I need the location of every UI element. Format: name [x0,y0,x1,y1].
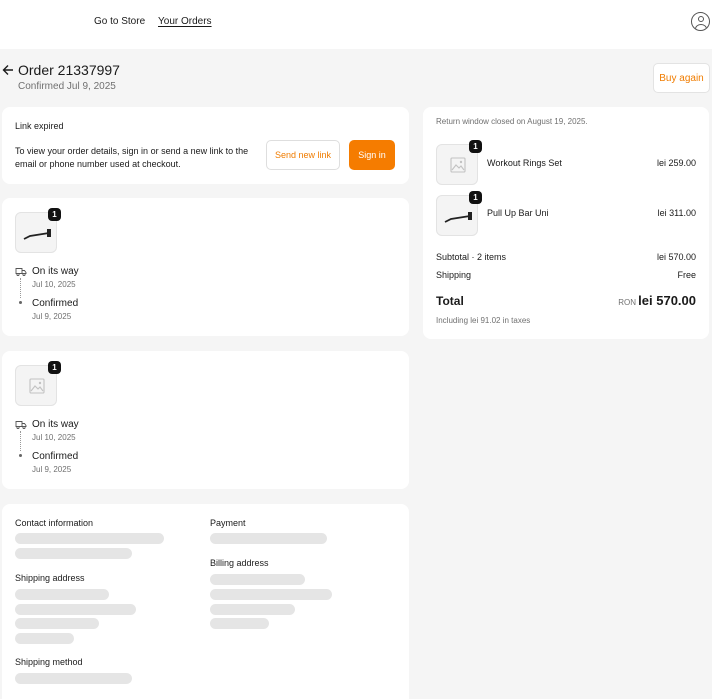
subtotal-value: lei 570.00 [656,252,696,262]
shipping-method-label: Shipping method [15,657,83,667]
skeleton-line [210,574,305,585]
skeleton-line [15,673,132,684]
product-thumbnail: 1 [436,140,482,185]
total-value: lei 570.00 [638,293,696,308]
quantity-badge: 1 [48,208,61,221]
product-thumbnail: 1 [15,361,61,406]
delivery-truck-icon [15,267,27,277]
skeleton-line [15,589,109,600]
shipment-status-date: Jul 10, 2025 [32,433,76,442]
account-icon[interactable] [691,12,710,31]
quantity-badge: 1 [469,140,482,153]
skeleton-line [210,533,327,544]
line-item-name: Workout Rings Set [487,158,562,168]
order-summary-card: Return window closed on August 19, 2025.… [423,107,709,339]
line-item-price: lei 259.00 [656,158,696,168]
quantity-badge: 1 [469,191,482,204]
shipment-status: On its way [32,419,79,430]
order-details-card: Contact information Payment Billing addr… [2,504,409,699]
account-icon-body [694,24,707,30]
total-currency: RON [618,298,636,307]
tax-note: Including lei 91.02 in taxes [436,316,531,325]
shipping-label: Shipping [436,270,472,280]
quantity-badge: 1 [48,361,61,374]
subtotal-label: Subtotal · 2 items [436,252,507,262]
shipment-status-date: Jul 9, 2025 [32,312,72,321]
your-orders-link[interactable]: Your Orders [158,16,212,27]
link-expired-title: Link expired [15,121,64,131]
order-confirmed-date: Confirmed Jul 9, 2025 [18,81,116,92]
shipment-status-date: Jul 10, 2025 [32,280,76,289]
skeleton-line [15,604,136,615]
skeleton-line [210,618,269,629]
timeline-connector [20,431,21,451]
contact-information-label: Contact information [15,518,94,528]
skeleton-line [210,589,332,600]
timeline-connector [20,278,21,298]
order-title: Order 21337997 [18,62,120,78]
skeleton-line [15,633,74,644]
line-item-price: lei 311.00 [657,208,696,218]
billing-address-label: Billing address [210,558,269,568]
account-icon-head [697,16,704,22]
skeleton-line [15,533,164,544]
return-window-note: Return window closed on August 19, 2025. [436,117,588,126]
timeline-dot [19,454,22,457]
top-bar: Go to Store Your Orders [0,0,712,49]
total-label: Total [436,294,464,308]
link-expired-card: Link expired To view your order details,… [2,107,409,184]
send-new-link-button[interactable]: Send new link [266,140,340,170]
back-arrow-icon[interactable] [2,63,14,77]
shipment-card: 1 On its way Jul 10, 2025 Confirmed Jul … [2,198,409,336]
shipment-status: Confirmed [32,451,79,462]
skeleton-line [15,548,132,559]
shipment-status: On its way [32,266,79,277]
delivery-truck-icon [15,420,27,430]
product-thumbnail: 1 [436,191,482,236]
shipment-status: Confirmed [32,298,79,309]
skeleton-line [210,604,295,615]
payment-label: Payment [210,518,246,528]
timeline-dot [19,301,22,304]
shipping-value: Free [677,270,696,280]
buy-again-button[interactable]: Buy again [653,63,710,93]
go-to-store-link[interactable]: Go to Store [94,16,145,27]
line-item-name: Pull Up Bar Uni [487,208,549,218]
link-expired-description: To view your order details, sign in or s… [15,146,249,169]
shipping-address-label: Shipping address [15,573,85,583]
product-thumbnail: 1 [15,208,61,253]
sign-in-button[interactable]: Sign in [349,140,395,170]
skeleton-line [15,618,99,629]
shipment-status-date: Jul 9, 2025 [32,465,72,474]
shipment-card: 1 On its way Jul 10, 2025 Confirmed Jul … [2,351,409,489]
